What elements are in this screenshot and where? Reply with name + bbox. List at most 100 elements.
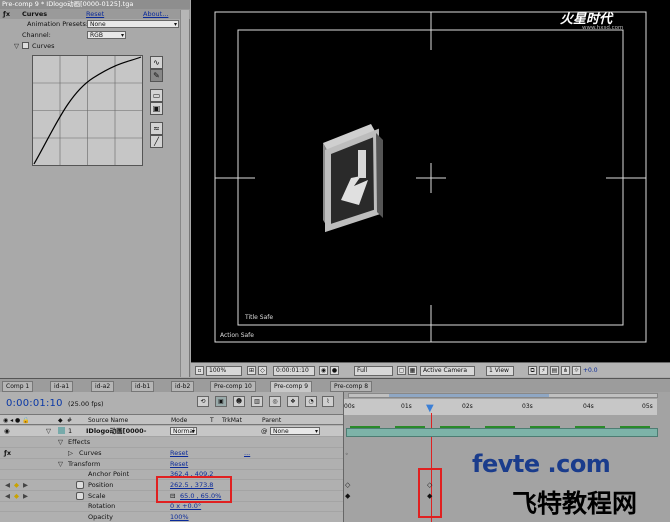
resolution-dropdown[interactable]: Full: [354, 366, 393, 376]
position-keyframe-icon[interactable]: ◇: [345, 481, 350, 489]
av-switches-icon[interactable]: ◉ ◂ ● 🔒: [3, 416, 30, 425]
eye-icon[interactable]: ◉: [4, 426, 10, 436]
region-of-interest-icon[interactable]: ▢: [397, 366, 406, 375]
reset-curve-icon[interactable]: ╱: [150, 135, 163, 148]
time-navigator[interactable]: [348, 393, 658, 398]
draft-3d-icon[interactable]: ▣: [215, 396, 227, 407]
parent-dropdown[interactable]: None: [270, 427, 320, 435]
tab-id-b2[interactable]: id-b2: [171, 381, 195, 392]
flowchart-icon[interactable]: ⋔: [561, 366, 570, 375]
effects-row[interactable]: ▽ Effects: [0, 437, 343, 448]
effect-panel-scrollbar[interactable]: [180, 10, 189, 377]
tab-id-a2[interactable]: id-a2: [91, 381, 115, 392]
opacity-row[interactable]: Opacity 100%: [0, 512, 343, 522]
save-curve-icon[interactable]: ▣: [150, 102, 163, 115]
curves-keyframe-icon[interactable]: ◦: [345, 451, 349, 458]
timeline-icon[interactable]: ▤: [550, 366, 559, 375]
stopwatch-icon[interactable]: [76, 492, 84, 500]
timeline-timecode[interactable]: 0:00:01:10: [6, 398, 63, 409]
tick-02s: 02s: [462, 403, 473, 410]
viewer-timecode[interactable]: 0:00:01:10: [273, 366, 315, 376]
layer-row[interactable]: ◉ ▽ 1 IDlogo动画[0000- Normal @ None: [0, 426, 343, 437]
prev-keyframe-icon[interactable]: ◀: [5, 480, 10, 490]
graph-editor-icon[interactable]: ⌇: [322, 396, 334, 407]
tab-pre-comp-8[interactable]: Pre-comp 8: [330, 381, 373, 392]
safe-zones-icon[interactable]: ⊞: [247, 366, 256, 375]
tab-id-b1[interactable]: id-b1: [131, 381, 155, 392]
pencil-tool-icon[interactable]: ✎: [150, 69, 163, 82]
brainstorm-icon[interactable]: ❖: [287, 396, 299, 407]
view-layout-dropdown[interactable]: 1 View: [486, 366, 514, 376]
next-keyframe-icon[interactable]: ▶: [23, 480, 28, 490]
current-time-indicator-icon[interactable]: ▼: [426, 404, 436, 414]
label-col-icon[interactable]: ◆: [58, 416, 63, 425]
auto-keyframe-icon[interactable]: ◔: [305, 396, 317, 407]
opacity-value[interactable]: 100%: [170, 512, 189, 522]
snapshot-icon[interactable]: ◉: [319, 366, 328, 375]
collapse-arrow-icon[interactable]: ▽: [14, 41, 19, 51]
watermark-url: www.hxsd.com: [582, 25, 624, 31]
layer-duration-bar[interactable]: [346, 428, 658, 437]
next-keyframe-icon[interactable]: ▶: [23, 491, 28, 501]
tab-comp-1[interactable]: Comp 1: [2, 381, 34, 392]
curves-options-link[interactable]: ...: [244, 448, 250, 458]
add-keyframe-icon[interactable]: ◆: [14, 491, 19, 501]
curves-sub-row[interactable]: ▽ Curves: [0, 41, 190, 51]
effects-expand-icon[interactable]: ▽: [58, 437, 63, 447]
curves-graph[interactable]: [32, 55, 143, 166]
anchor-point-label: Anchor Point: [88, 470, 130, 478]
scale-keyframe-icon[interactable]: ◆: [345, 492, 350, 500]
curves-sub-label: Curves: [32, 42, 55, 50]
reset-exposure-icon[interactable]: ☼: [572, 366, 581, 375]
watermark-fevte-cn: 飞特教程网: [512, 489, 638, 518]
smooth-curve-icon[interactable]: ≈: [150, 122, 163, 135]
prev-keyframe-icon[interactable]: ◀: [5, 491, 10, 501]
add-keyframe-icon[interactable]: ◆: [14, 480, 19, 490]
col-t: T: [210, 417, 214, 424]
bezier-curve-tool-icon[interactable]: ∿: [150, 56, 163, 69]
composition-viewer[interactable]: [191, 0, 670, 362]
exposure-value[interactable]: +0.0: [583, 367, 598, 374]
expand-layer-icon[interactable]: ▽: [46, 426, 51, 436]
open-curve-icon[interactable]: ▭: [150, 89, 163, 102]
fx-switch-icon[interactable]: ƒx: [4, 448, 11, 458]
layer-mode-dropdown[interactable]: Normal: [170, 427, 197, 435]
label-color-icon[interactable]: [58, 427, 65, 434]
tab-pre-comp-9[interactable]: Pre-comp 9: [270, 381, 313, 392]
tab-id-a1[interactable]: id-a1: [50, 381, 74, 392]
camera-dropdown[interactable]: Active Camera: [420, 366, 475, 376]
time-navigator-range[interactable]: [389, 394, 549, 397]
hide-shy-icon[interactable]: ☻: [233, 396, 245, 407]
frame-blending-icon[interactable]: ▥: [251, 396, 263, 407]
col-source-name[interactable]: Source Name: [88, 416, 128, 425]
mask-visibility-icon[interactable]: ◇: [258, 366, 267, 375]
tab-pre-comp-10[interactable]: Pre-comp 10: [210, 381, 256, 392]
stopwatch-icon[interactable]: [76, 481, 84, 489]
motion-blur-icon[interactable]: ◎: [269, 396, 281, 407]
transform-reset-link[interactable]: Reset: [170, 459, 188, 469]
show-channel-icon[interactable]: ●: [330, 366, 339, 375]
always-preview-icon[interactable]: ▫: [195, 366, 204, 375]
highlight-box-keyframes: [418, 468, 442, 518]
transform-row[interactable]: ▽ Transform Reset: [0, 459, 343, 470]
tick-00s: 00s: [344, 403, 355, 410]
keyframe-toggle-icon[interactable]: [22, 42, 29, 49]
toggle-pixel-aspect-icon[interactable]: ⧉: [528, 366, 537, 375]
curves-expand-icon[interactable]: ▷: [68, 448, 73, 458]
presets-dropdown[interactable]: None: [87, 20, 179, 28]
curves-row[interactable]: ƒx ▷ Curves Reset ...: [0, 448, 343, 459]
fast-preview-icon[interactable]: ⚡: [539, 366, 548, 375]
transparency-grid-icon[interactable]: ▦: [408, 366, 417, 375]
time-ruler[interactable]: 00s 01s 02s 03s 04s 05s: [344, 399, 657, 415]
curves-graph-svg[interactable]: [33, 56, 142, 165]
layer-name[interactable]: IDlogo动画[0000-: [86, 426, 146, 436]
parent-pickwhip-icon[interactable]: @: [261, 426, 268, 436]
effect-about-link[interactable]: About...: [143, 9, 168, 19]
channel-dropdown[interactable]: RGB: [87, 31, 126, 39]
zoom-dropdown[interactable]: 100%: [206, 366, 242, 376]
effect-header-row[interactable]: ƒx Curves Reset About...: [0, 9, 190, 19]
curves-reset-link[interactable]: Reset: [170, 448, 188, 458]
live-update-icon[interactable]: ⟲: [197, 396, 209, 407]
transform-expand-icon[interactable]: ▽: [58, 459, 63, 469]
effect-reset-link[interactable]: Reset: [86, 9, 104, 19]
